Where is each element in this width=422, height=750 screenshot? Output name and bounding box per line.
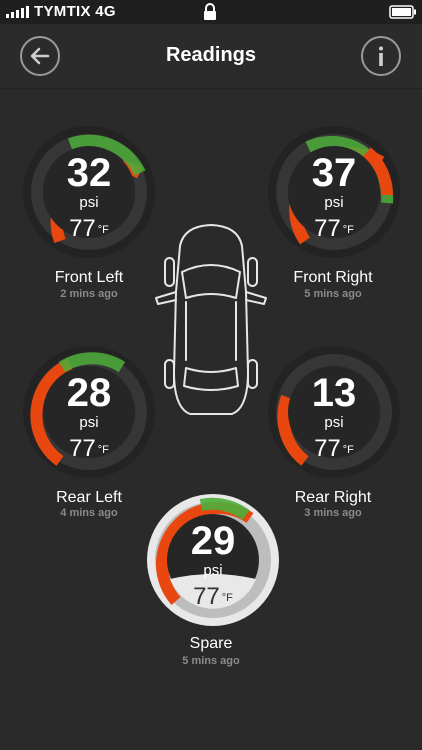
- gauge-rear-right[interactable]: 13 psi 77 °F: [267, 345, 401, 479]
- temperature-unit: °F: [97, 224, 109, 236]
- page-title: Readings: [165, 44, 257, 66]
- pressure-value: 37: [311, 151, 357, 195]
- temperature-unit: °F: [221, 592, 233, 604]
- car-outline-icon: [155, 224, 267, 415]
- tire-label: Spare: [189, 635, 233, 652]
- pressure-value: 13: [311, 371, 357, 415]
- last-updated: 5 mins ago: [182, 655, 240, 667]
- pressure-unit: psi: [324, 194, 344, 211]
- pressure-value: 28: [66, 371, 112, 415]
- temperature-number: 77: [193, 583, 220, 610]
- tire-label: Front Right: [293, 269, 373, 286]
- tire-label: Rear Left: [56, 489, 122, 506]
- temperature-number: 77: [314, 435, 341, 462]
- temperature-value: 77 °F: [22, 437, 156, 461]
- gauge-rear-left[interactable]: 28 psi 77 °F: [22, 345, 156, 479]
- gauge-front-left[interactable]: 32 psi 77 °F: [22, 125, 156, 259]
- pressure-unit: psi: [79, 414, 99, 431]
- tire-label: Front Left: [54, 269, 124, 286]
- temperature-value: 77 °F: [146, 585, 280, 609]
- temperature-number: 77: [69, 435, 96, 462]
- pressure-value: 32: [66, 151, 112, 195]
- pressure-value: 29: [190, 519, 236, 563]
- signal-bars-icon: [6, 6, 29, 18]
- nav-bar: Readings: [0, 24, 422, 89]
- last-updated: 5 mins ago: [304, 288, 362, 300]
- battery-icon: [389, 5, 416, 19]
- pressure-unit: psi: [79, 194, 99, 211]
- gauge-spare[interactable]: 29 psi 77 °F: [146, 493, 280, 627]
- gauge-front-right[interactable]: 37 psi 77 °F: [267, 125, 401, 259]
- lock-icon: [204, 3, 216, 20]
- temperature-value: 77 °F: [22, 217, 156, 241]
- temperature-number: 77: [69, 215, 96, 242]
- temperature-value: 77 °F: [267, 217, 401, 241]
- temperature-unit: °F: [97, 444, 109, 456]
- info-icon: [379, 46, 383, 66]
- status-bar: TYMTIX 4G: [0, 0, 422, 24]
- pressure-unit: psi: [203, 562, 223, 579]
- pressure-unit: psi: [324, 414, 344, 431]
- carrier-label: TYMTIX 4G: [34, 3, 116, 20]
- temperature-number: 77: [314, 215, 341, 242]
- last-updated: 4 mins ago: [60, 507, 118, 519]
- temperature-value: 77 °F: [267, 437, 401, 461]
- temperature-unit: °F: [342, 444, 354, 456]
- tire-label: Rear Right: [294, 489, 372, 506]
- info-button[interactable]: [361, 36, 401, 76]
- last-updated: 3 mins ago: [304, 507, 362, 519]
- temperature-unit: °F: [342, 224, 354, 236]
- last-updated: 2 mins ago: [60, 288, 118, 300]
